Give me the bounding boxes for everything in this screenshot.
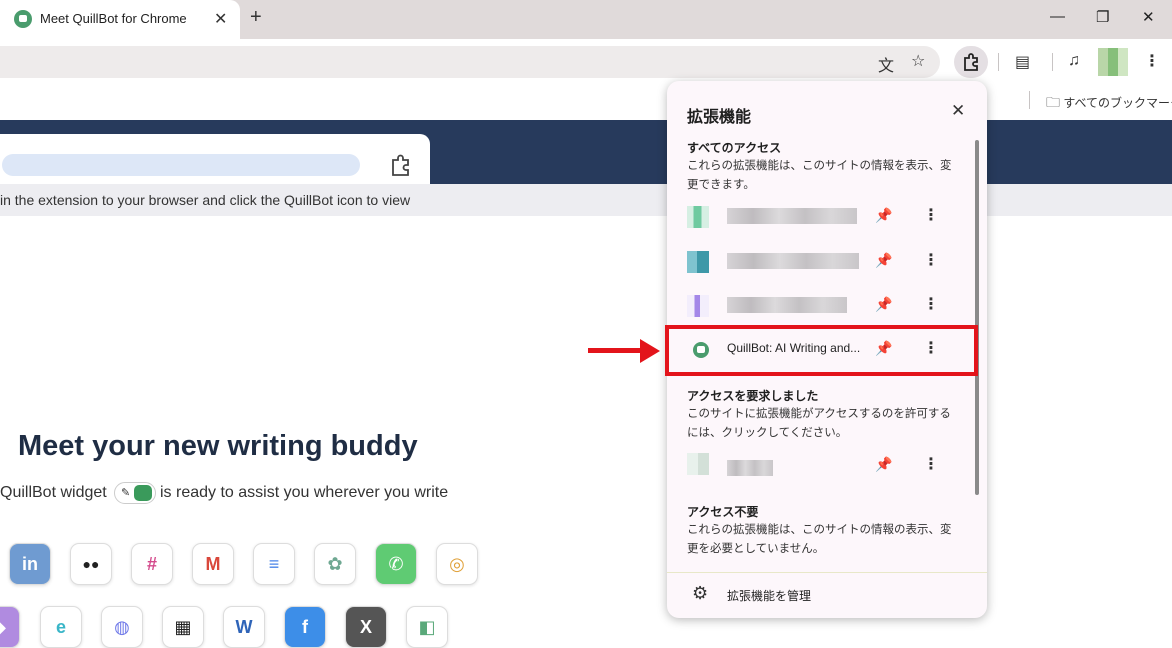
media-control-icon[interactable]: ♫ (1068, 52, 1080, 70)
x-icon: X (345, 606, 387, 648)
instruction-text: in the extension to your browser and cli… (0, 192, 411, 208)
all-bookmarks-button[interactable]: 🗀 すべてのブックマーク (1046, 92, 1172, 116)
extension-row[interactable]: 📌 ⋮ (667, 448, 987, 484)
profile-avatar[interactable] (1098, 48, 1128, 76)
app-icon-green: ◧ (406, 606, 448, 648)
minimize-button[interactable]: — (1050, 8, 1065, 25)
tab-close-icon[interactable]: ✕ (214, 9, 227, 29)
discord-icon: ◍ (101, 606, 143, 648)
quillbot-favicon-icon (14, 10, 32, 28)
popup-footer-divider (667, 572, 987, 573)
word-icon: W (223, 606, 265, 648)
extension-row[interactable]: 📌 ⋮ (667, 199, 987, 235)
more-options-icon[interactable]: ⋮ (923, 454, 939, 474)
puzzle-icon (964, 53, 978, 71)
mockup-puzzle-icon (392, 154, 409, 176)
section-requested-description: このサイトに拡張機能がアクセスするのを許可するには、クリックしてください。 (687, 408, 951, 439)
instruction-strip: in the extension to your browser and cli… (0, 184, 1172, 216)
section-full-access-heading: すべてのアクセス (687, 141, 782, 155)
page-headline: Meet your new writing buddy (18, 430, 418, 462)
chrome-icon: ◎ (436, 543, 478, 585)
folder-icon: 🗀 (1046, 94, 1060, 110)
popup-scrollbar[interactable] (975, 140, 979, 495)
toolbar-separator (1052, 53, 1053, 71)
popup-title: 拡張機能 (687, 109, 752, 126)
quillbot-widget-badge: ✎ (114, 482, 156, 504)
mockup-address-bar (2, 154, 360, 176)
extension-name-blurred (727, 208, 857, 224)
canva-icon: e (40, 606, 82, 648)
bookmarks-bar (0, 80, 1172, 118)
extension-icon (687, 206, 709, 228)
extension-name-blurred (727, 253, 859, 269)
manage-extensions-button[interactable]: ⚙ 拡張機能を管理 (667, 581, 987, 611)
extension-icon (687, 295, 709, 317)
manage-extensions-label: 拡張機能を管理 (727, 589, 812, 603)
extension-row[interactable]: 📌 ⋮ (667, 244, 987, 280)
section-no-access-heading: アクセス不要 (687, 505, 759, 519)
window-close-button[interactable]: ✕ (1142, 8, 1155, 26)
tab-title: Meet QuillBot for Chrome (40, 11, 187, 26)
extension-icon (687, 251, 709, 273)
pen-icon: ✎ (121, 487, 131, 499)
subline-before: QuillBot widget (0, 484, 107, 501)
menu-kebab-icon[interactable]: ⋮ (1144, 51, 1160, 71)
more-options-icon[interactable]: ⋮ (923, 294, 939, 314)
extension-row[interactable]: 📌 ⋮ (667, 288, 987, 324)
pin-icon[interactable]: 📌 (875, 296, 892, 313)
notion-icon: ▦ (162, 606, 204, 648)
whatsapp-icon: ✆ (375, 543, 417, 585)
linkedin-icon: in (9, 543, 51, 585)
extension-icon (687, 453, 709, 475)
address-bar[interactable] (0, 46, 940, 78)
toolbar-separator (998, 53, 999, 71)
new-tab-button[interactable]: + (250, 6, 262, 29)
more-options-icon[interactable]: ⋮ (923, 250, 939, 270)
quillbot-bot-icon (134, 485, 152, 501)
chatgpt-icon: ✿ (314, 543, 356, 585)
annotation-arrow-shaft (588, 348, 644, 353)
bookmark-star-icon[interactable]: ☆ (911, 51, 925, 71)
gmail-icon: M (192, 543, 234, 585)
popup-close-icon[interactable]: ✕ (951, 101, 965, 121)
pin-icon[interactable]: 📌 (875, 207, 892, 224)
section-full-access-description: これらの拡張機能は、このサイトの情報を表示、変更できます。 (687, 160, 952, 191)
reading-list-icon[interactable]: ▤ (1015, 52, 1030, 72)
browser-tab[interactable]: Meet QuillBot for Chrome ✕ (0, 0, 240, 39)
annotation-highlight-box (665, 325, 978, 376)
slack-icon: # (131, 543, 173, 585)
translate-icon[interactable]: 文 (878, 52, 894, 76)
restore-button[interactable]: ❐ (1096, 8, 1109, 26)
facebook-icon: f (284, 606, 326, 648)
section-no-access-description: これらの拡張機能は、このサイトの情報の表示、変更を必要としていません。 (687, 524, 952, 555)
annotation-arrow-head (640, 339, 660, 363)
section-requested-heading: アクセスを要求しました (687, 389, 819, 403)
bookmarks-separator (1029, 91, 1030, 109)
extension-name-blurred (727, 460, 773, 476)
pin-icon[interactable]: 📌 (875, 456, 892, 473)
extensions-button[interactable] (954, 46, 988, 78)
browser-mockup-illustration (0, 134, 430, 189)
all-bookmarks-label: すべてのブックマーク (1063, 96, 1172, 110)
google-docs-icon: ≡ (253, 543, 295, 585)
subline-after: is ready to assist you wherever you writ… (160, 484, 449, 501)
medium-icon: ●● (70, 543, 112, 585)
pin-icon[interactable]: 📌 (875, 252, 892, 269)
gear-icon: ⚙ (692, 583, 709, 603)
extension-name-blurred (727, 297, 847, 313)
app-icon-purple: ◆ (0, 606, 20, 648)
more-options-icon[interactable]: ⋮ (923, 205, 939, 225)
